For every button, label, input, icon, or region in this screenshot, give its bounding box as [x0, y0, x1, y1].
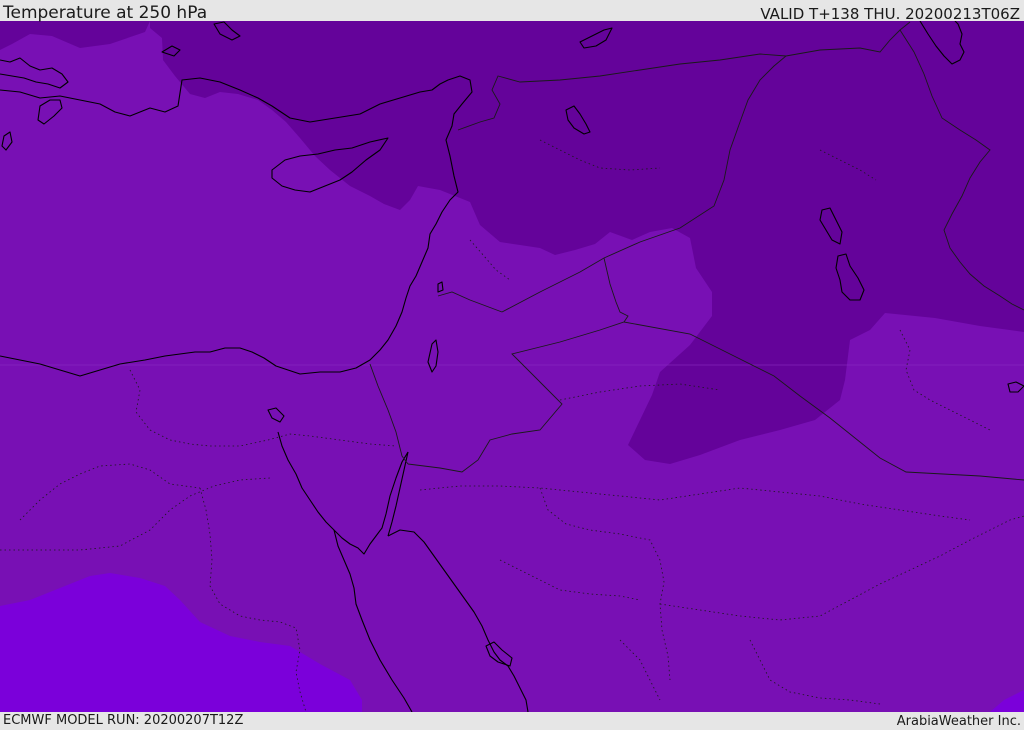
- map-svg: [0, 21, 1024, 712]
- footer-bar: ECMWF MODEL RUN: 20200207T12Z ArabiaWeat…: [0, 712, 1024, 729]
- model-run-label: ECMWF MODEL RUN: 20200207T12Z: [3, 713, 244, 728]
- map-title: Temperature at 250 hPa: [3, 3, 208, 23]
- credit-label: ArabiaWeather Inc.: [896, 714, 1021, 729]
- header-bar: Temperature at 250 hPa VALID T+138 THU. …: [0, 0, 1024, 23]
- temperature-map: [0, 21, 1024, 712]
- valid-time: VALID T+138 THU. 20200213T06Z: [760, 5, 1020, 23]
